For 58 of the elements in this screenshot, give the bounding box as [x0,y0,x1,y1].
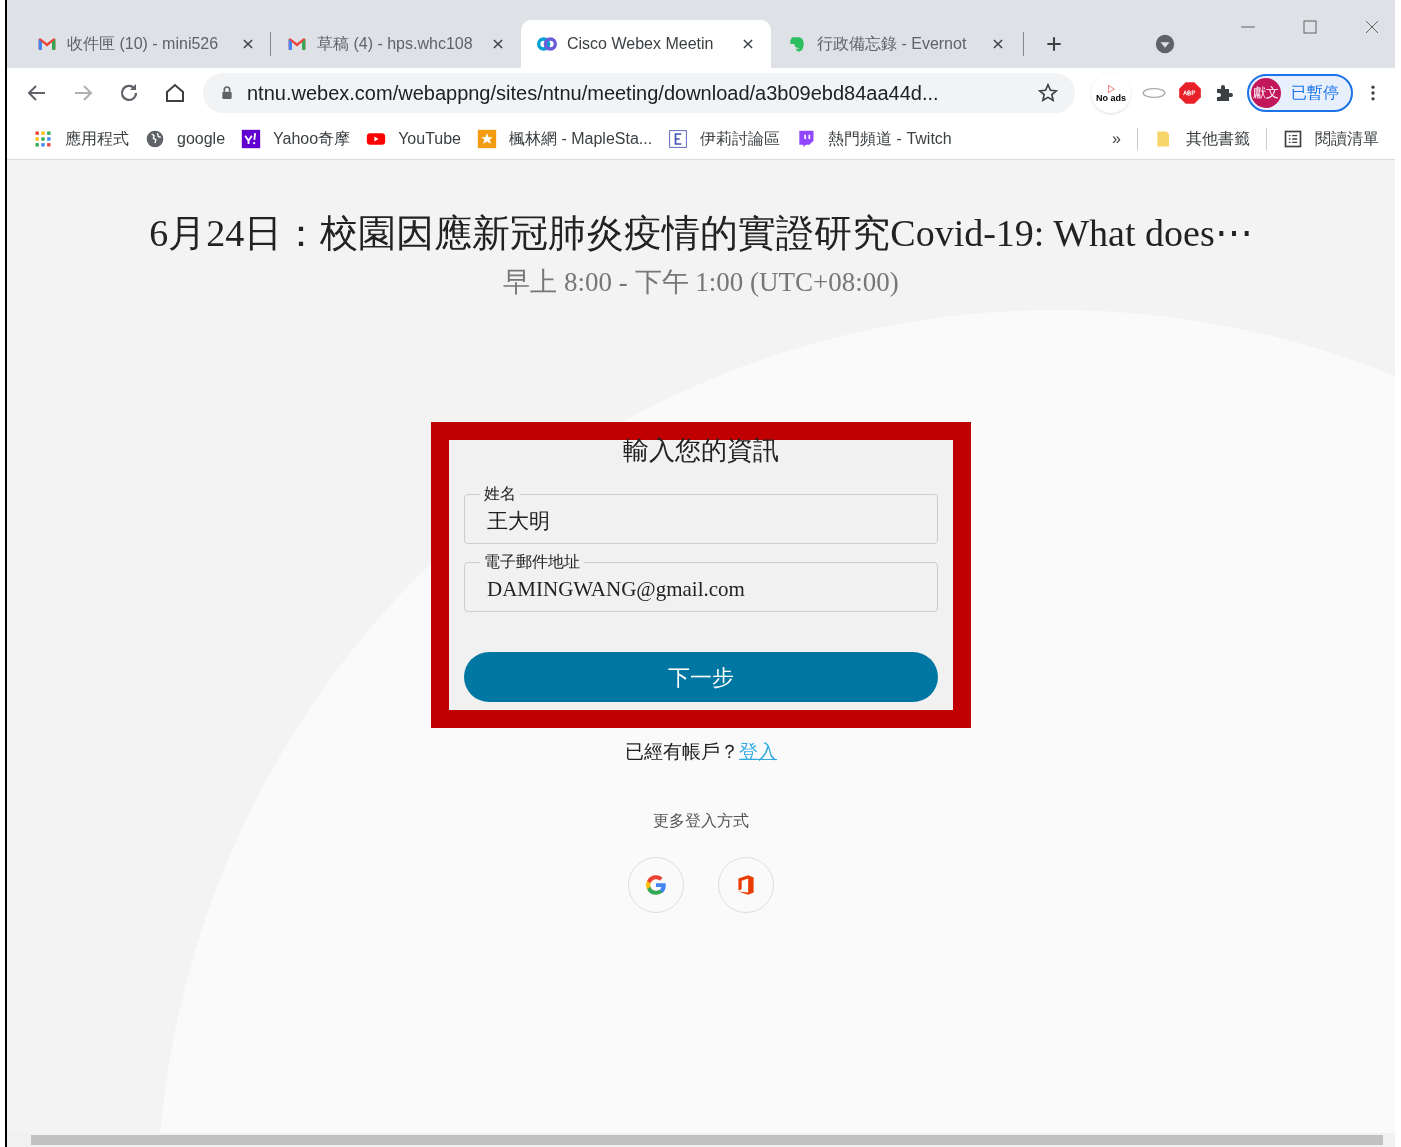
star-icon[interactable] [1037,82,1059,104]
bookmark-label: YouTube [398,128,461,149]
meeting-title: 6月24日：校園因應新冠肺炎疫情的實證研究Covid-19: What does⋯ [149,211,1253,256]
more-sign-in-options: 更多登入方式 [653,808,749,833]
overflow-button[interactable]: » [1106,126,1127,151]
field-label: 姓名 [480,486,520,502]
close-icon[interactable] [241,37,255,51]
extension-label: No ads [1096,93,1126,103]
close-icon[interactable] [491,37,505,51]
browser-tab[interactable]: Cisco Webex Meetin [521,20,771,68]
bookmark[interactable]: google [139,123,232,154]
next-button[interactable]: 下一步 [464,652,938,702]
lock-icon [219,85,235,101]
bookmark[interactable]: 伊莉討論區 [662,123,787,154]
tab-title: 收件匣 (10) - mini526 [67,34,220,54]
other-bookmarks[interactable]: 其他書籤 [1148,126,1256,151]
bookmark[interactable]: 楓林網 - MapleSta... [471,123,659,154]
profile-button[interactable]: 獻文 已暫停 [1247,74,1353,112]
letter-e-icon [668,128,689,149]
address-bar[interactable]: ntnu.webex.com/webappng/sites/ntnu/meeting/download/a3b09ebd84aa44d... [203,73,1075,113]
close-icon[interactable] [741,37,755,51]
globe-icon [145,128,165,149]
form-heading: 輸入您的資訊 [622,438,780,464]
tab-search-icon[interactable] [1154,33,1176,55]
bookmark-label: 伊莉討論區 [700,128,781,149]
bookmark-label: Yahoo奇摩 [273,128,351,149]
bookmark[interactable]: 熱門頻道 - Twitch [790,123,958,154]
bookmark-label: google [177,128,226,149]
address-text: ntnu.webex.com/webappng/sites/ntnu/meeting/download/a3b09ebd84aa44d... [247,81,940,106]
tab-title: Cisco Webex Meetin [567,34,715,54]
home-icon[interactable] [163,81,187,105]
bookmark-label: 熱門頻道 - Twitch [828,128,952,149]
reading-list[interactable]: 閱讀清單 [1277,126,1385,151]
bookmark-label: 其他書籤 [1186,128,1250,149]
bookmark[interactable]: YouTube [360,123,467,154]
list-icon [1283,128,1303,149]
close-icon[interactable] [991,37,1005,51]
bookmark[interactable]: 應用程式 [27,123,135,154]
bookmark-label: 應用程式 [65,128,129,149]
bookmark-label: 楓林網 - MapleSta... [509,128,653,149]
profile-status: 已暫停 [1291,83,1339,103]
field-label: 電子郵件地址 [480,554,584,570]
account-prompt: 已經有帳戶？ [625,741,739,762]
profile-avatar: 獻文 [1251,78,1281,108]
meeting-time: 早上 8:00 - 下午 1:00 (UTC+08:00) [503,265,899,299]
rings-icon [537,34,557,54]
ad-block-extension[interactable]: No ads [1091,73,1131,113]
speech-bubble-icon [796,128,817,149]
horizontal-scrollbar[interactable] [7,1133,1395,1147]
stop-sign-icon[interactable] [1177,80,1203,106]
close-icon[interactable] [1363,18,1381,36]
bookmark[interactable]: Yahoo奇摩 [235,123,357,154]
letter-y-icon [241,128,262,149]
tab-title: 行政備忘錄 - Evernot [817,34,968,54]
new-tab-icon[interactable] [1044,34,1064,54]
play-icon [1106,83,1116,94]
bookmark-label: 閱讀清單 [1315,128,1379,149]
tab-title: 草稿 (4) - hps.whc108 [317,34,474,54]
